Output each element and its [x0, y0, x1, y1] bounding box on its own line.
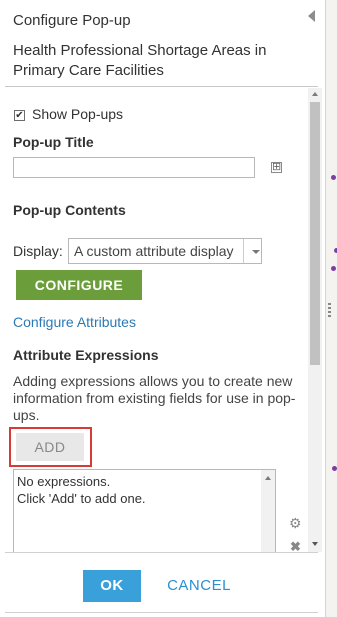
resize-grip-icon[interactable] [328, 303, 331, 319]
display-select[interactable]: A custom attribute display [68, 238, 262, 264]
expressions-empty-text: No expressions. Click 'Add' to add one. [17, 473, 146, 507]
ok-button[interactable]: OK [83, 570, 141, 602]
map-point [331, 266, 336, 271]
display-label: Display: [13, 243, 63, 259]
attribute-expressions-heading: Attribute Expressions [13, 347, 159, 363]
scroll-down-arrow-icon[interactable] [312, 542, 318, 546]
expressions-list[interactable]: No expressions. Click 'Add' to add one. [13, 469, 276, 552]
show-popups-checkbox[interactable]: ✔ [14, 110, 25, 121]
map-point [332, 466, 337, 471]
header-divider [5, 86, 318, 87]
footer-divider [5, 552, 318, 553]
layer-name: Health Professional Shortage Areas in Pr… [13, 42, 267, 79]
popup-title-input[interactable] [13, 157, 255, 178]
configure-popup-panel: Configure Pop-up Health Professional Sho… [0, 0, 325, 617]
display-select-value: A custom attribute display [74, 243, 234, 259]
add-field-icon[interactable]: ⊞ [271, 162, 282, 173]
remove-icon[interactable]: ✖ [290, 540, 301, 552]
scroll-up-arrow-icon[interactable] [265, 476, 271, 480]
configure-attributes-link[interactable]: Configure Attributes [13, 314, 136, 330]
panel-title: Configure Pop-up [13, 12, 131, 29]
configure-button[interactable]: CONFIGURE [16, 270, 142, 300]
scrollbar-thumb[interactable] [310, 102, 320, 365]
cancel-button[interactable]: CANCEL [160, 570, 238, 602]
map-point [331, 175, 336, 180]
empty-text-line1: No expressions. [17, 474, 111, 489]
scroll-up-arrow-icon[interactable] [312, 92, 318, 96]
attribute-expressions-description: Adding expressions allows you to create … [13, 373, 296, 423]
settings-scroll-area: ✔ Show Pop-ups Pop-up Title ⊞ Pop-up Con… [5, 88, 322, 552]
chevron-down-icon [252, 250, 260, 254]
map-edge[interactable] [325, 0, 337, 617]
popup-title-heading: Pop-up Title [13, 134, 94, 150]
popup-contents-heading: Pop-up Contents [13, 202, 126, 218]
gear-icon[interactable]: ⚙ [289, 516, 302, 530]
show-popups-label: Show Pop-ups [32, 106, 124, 122]
add-expression-button[interactable]: ADD [16, 433, 84, 461]
checkmark-icon: ✔ [15, 110, 24, 121]
footer-bottom-line [5, 612, 318, 613]
empty-text-line2: Click 'Add' to add one. [17, 491, 146, 506]
expressions-list-scrollbar[interactable] [261, 470, 275, 552]
panel-scrollbar[interactable] [308, 88, 322, 552]
collapse-arrow-icon[interactable] [308, 10, 315, 22]
select-divider [243, 239, 244, 263]
